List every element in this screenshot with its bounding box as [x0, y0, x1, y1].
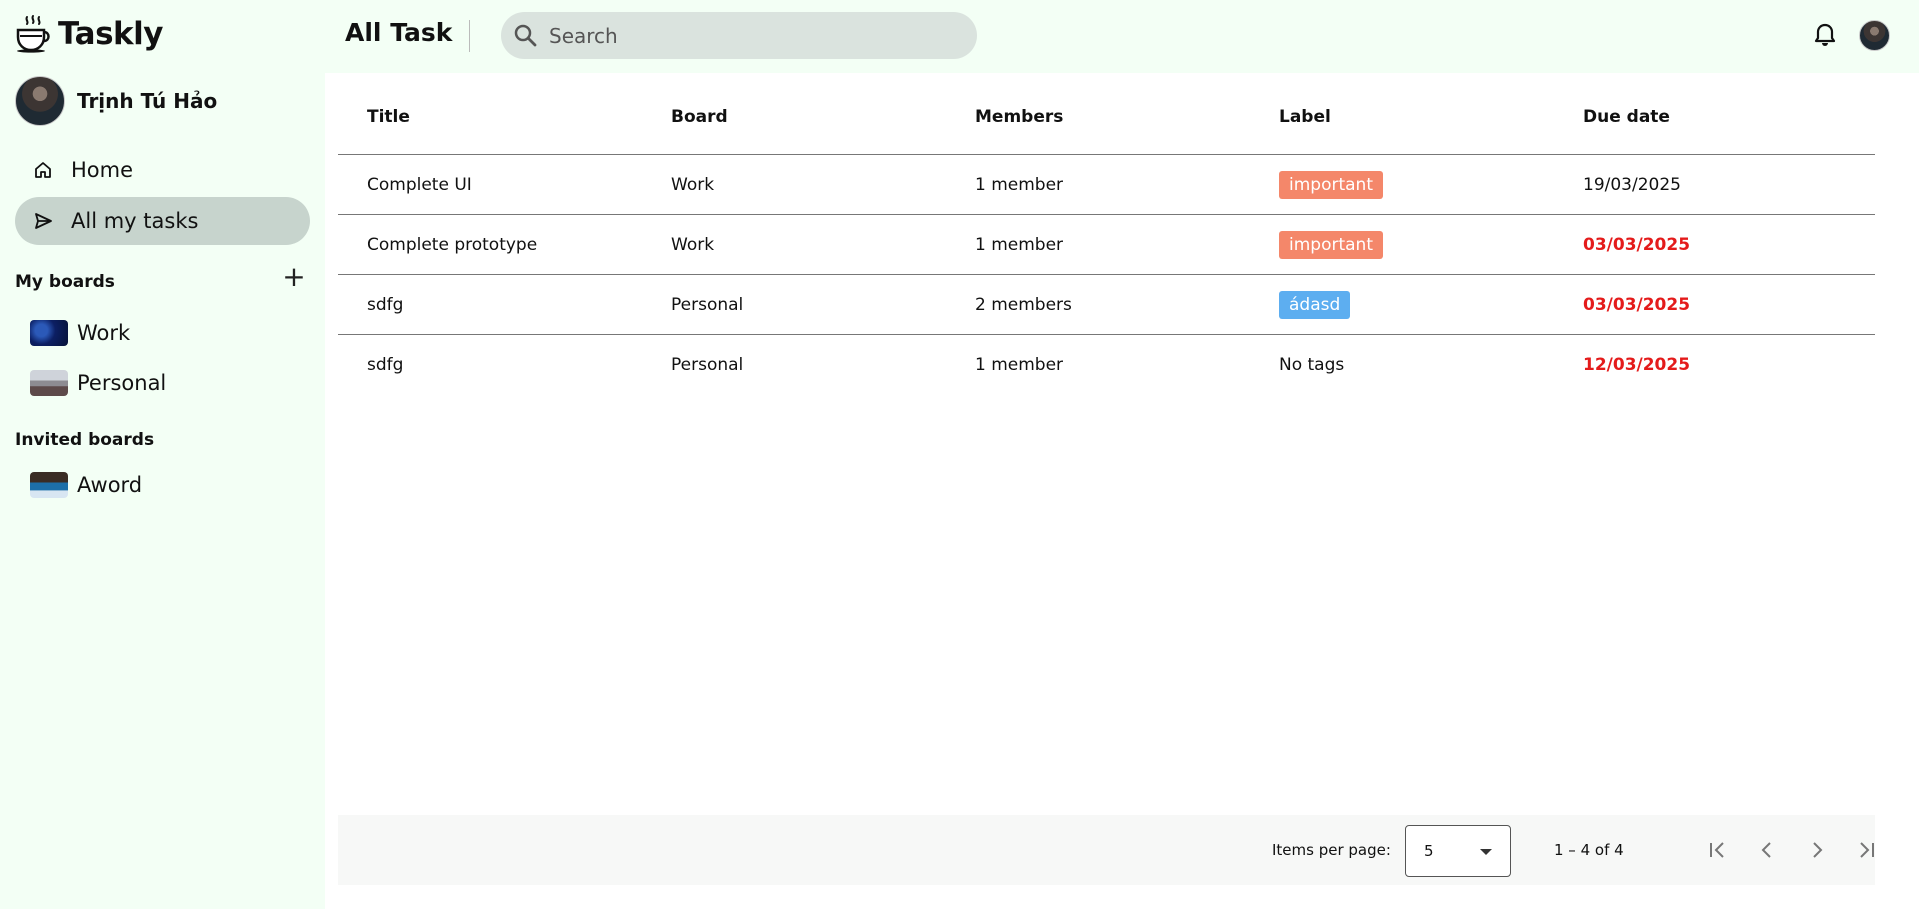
coffee-cup-icon [16, 15, 50, 53]
task-label-cell: important [1250, 170, 1554, 199]
column-header-due-date[interactable]: Due date [1554, 107, 1875, 127]
column-header-label[interactable]: Label [1250, 107, 1554, 127]
label-tag: important [1279, 170, 1383, 199]
search-input[interactable] [549, 23, 949, 48]
task-label-cell: important [1250, 230, 1554, 259]
next-page-icon[interactable] [1804, 837, 1830, 863]
home-icon [35, 162, 51, 178]
task-members: 1 member [975, 174, 1064, 195]
task-title: sdfg [367, 355, 404, 375]
board-item-work[interactable]: Work [30, 316, 130, 350]
board-thumbnail [30, 472, 68, 498]
board-item-personal[interactable]: Personal [30, 366, 166, 400]
task-board: Work [671, 234, 715, 255]
task-title: Complete prototype [367, 234, 538, 255]
nav-item-all-my-tasks[interactable]: All my tasks [15, 197, 310, 245]
user-avatar [15, 76, 65, 126]
items-per-page-value: 5 [1424, 842, 1434, 860]
table-row[interactable]: Complete UI Work 1 member important 19/0… [338, 155, 1875, 215]
my-boards-heading: My boards [15, 272, 115, 292]
first-page-icon[interactable] [1704, 837, 1730, 863]
header-divider [469, 20, 470, 52]
column-header-members[interactable]: Members [946, 107, 1250, 127]
user-profile[interactable]: Trịnh Tú Hảo [15, 76, 217, 126]
main-panel: Title Board Members Label Due date Compl… [325, 73, 1919, 909]
task-members: 2 members [975, 294, 1072, 315]
previous-page-icon[interactable] [1754, 837, 1780, 863]
task-board: Personal [671, 355, 744, 375]
task-members: 1 member [975, 355, 1064, 375]
task-members: 1 member [975, 234, 1064, 255]
board-label: Personal [77, 371, 167, 395]
column-header-title[interactable]: Title [338, 107, 642, 127]
label-tag: ádasd [1279, 290, 1351, 319]
items-per-page-select[interactable]: 5 [1405, 825, 1511, 877]
send-icon [35, 213, 52, 229]
label-tag: important [1279, 230, 1383, 259]
items-per-page-label: Items per page: [1272, 841, 1391, 859]
header-avatar[interactable] [1859, 20, 1890, 51]
caret-down-icon [1480, 849, 1492, 855]
page-range-label: 1 – 4 of 4 [1554, 841, 1624, 859]
page-title: All Task [345, 18, 453, 47]
task-board: Personal [671, 294, 744, 315]
table-row[interactable]: sdfg Personal 2 members ádasd 03/03/2025 [338, 275, 1875, 335]
board-thumbnail [30, 370, 68, 396]
table-row[interactable]: sdfg Personal 1 member No tags 12/03/202… [338, 335, 1875, 395]
table-header: Title Board Members Label Due date [338, 73, 1875, 155]
board-label: Aword [77, 473, 143, 497]
task-board: Work [671, 174, 715, 195]
nav-item-home[interactable]: Home [15, 146, 310, 194]
bell-icon[interactable] [1811, 21, 1839, 49]
app-logo[interactable]: Taskly [14, 14, 163, 54]
paginator: Items per page: 5 1 – 4 of 4 [338, 815, 1875, 885]
task-due-date: 03/03/2025 [1583, 294, 1691, 315]
table-row[interactable]: Complete prototype Work 1 member importa… [338, 215, 1875, 275]
app-name: Taskly [58, 16, 163, 52]
last-page-icon[interactable] [1854, 837, 1880, 863]
tasks-table: Title Board Members Label Due date Compl… [338, 73, 1875, 395]
user-name: Trịnh Tú Hảo [77, 89, 218, 113]
search-icon [514, 24, 537, 46]
task-title: Complete UI [367, 174, 472, 195]
invited-boards-heading: Invited boards [15, 430, 155, 450]
task-due-date: 19/03/2025 [1583, 174, 1681, 195]
app-root: Taskly Trịnh Tú Hảo Home All my tasks My… [0, 0, 1919, 909]
task-due-date: 12/03/2025 [1583, 355, 1691, 375]
column-header-board[interactable]: Board [642, 107, 946, 127]
board-item-aword[interactable]: Aword [30, 468, 142, 502]
sidebar: Taskly Trịnh Tú Hảo Home All my tasks My… [0, 0, 325, 909]
board-thumbnail [30, 320, 68, 346]
nav-label-all-my-tasks: All my tasks [71, 209, 199, 233]
search-bar[interactable] [501, 12, 977, 59]
nav-label-home: Home [71, 158, 134, 182]
board-label: Work [77, 321, 131, 345]
task-due-date: 03/03/2025 [1583, 234, 1691, 255]
task-label-cell: No tags [1279, 355, 1345, 375]
task-label-cell: ádasd [1250, 290, 1554, 319]
task-title: sdfg [367, 294, 404, 315]
add-board-button[interactable]: + [282, 263, 306, 291]
